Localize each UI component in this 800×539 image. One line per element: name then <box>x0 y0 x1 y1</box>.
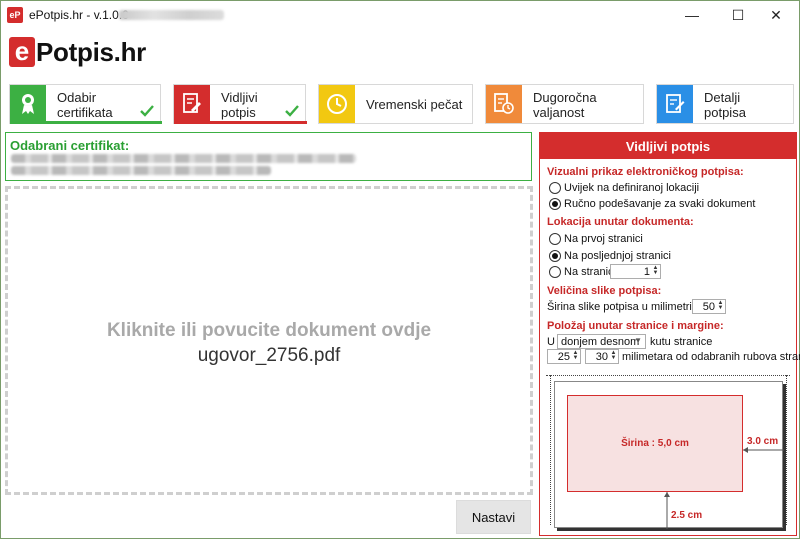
section-size-heading: Veličina slike potpisa: <box>547 285 662 297</box>
chevron-down-icon: ▼ <box>634 336 642 345</box>
redacted-certificate-line <box>11 154 356 163</box>
step-timestamp[interactable]: Vremenski pečat <box>318 84 473 124</box>
position-prefix: U <box>547 336 555 348</box>
selected-filename: ugovor_2756.pdf <box>197 345 341 366</box>
radio-circle <box>549 266 561 278</box>
step-certificate[interactable]: Odabir certifikata <box>9 84 162 124</box>
preview-edge-right <box>786 375 787 525</box>
step-label: Vidljivi potpis <box>221 90 258 120</box>
stepper-arrows-icon[interactable]: ▲ ▼ <box>572 350 579 362</box>
radio-circle <box>549 182 561 194</box>
panel-title: Vidljivi potpis <box>540 133 796 159</box>
app-logo: e Potpis.hr <box>9 37 146 67</box>
margin-arrows <box>664 447 784 529</box>
radio-manual-per-document[interactable]: Ručno podešavanje za svaki dokument <box>549 197 755 211</box>
document-clock-icon <box>486 85 522 123</box>
signature-position-preview: Širina : 5,0 cm 3.0 cm 2.5 cm <box>546 375 794 533</box>
close-button[interactable]: ✕ <box>753 1 799 29</box>
section-location-heading: Lokacija unutar dokumenta: <box>547 216 694 228</box>
width-label: Širina slike potpisa u milimetrima: <box>547 301 711 313</box>
page-number-stepper[interactable]: 1 ▲ ▼ <box>610 264 661 279</box>
clock-icon <box>319 85 355 123</box>
step-label: Detalji potpisa <box>704 90 746 120</box>
award-icon <box>10 85 46 123</box>
corner-select[interactable]: donjem desnom ▼ <box>557 334 646 349</box>
radio-first-page[interactable]: Na prvoj stranici <box>549 232 643 246</box>
step-long-term-validity[interactable]: Dugoročna valjanost <box>485 84 644 124</box>
radio-circle <box>549 233 561 245</box>
position-suffix: kutu stranice <box>650 336 713 348</box>
preview-edge-top <box>546 375 790 376</box>
app-icon: eP <box>7 7 23 23</box>
right-margin-label: 3.0 cm <box>747 436 779 447</box>
preview-page: Širina : 5,0 cm 3.0 cm 2.5 cm <box>554 381 784 529</box>
logo-text: Potpis.hr <box>36 36 146 67</box>
preview-edge-left <box>550 375 551 525</box>
stepper-arrows-icon[interactable]: ▲ ▼ <box>717 300 724 312</box>
radio-always-fixed-location[interactable]: Uvijek na definiranoj lokaciji <box>549 181 699 195</box>
margin-text: milimetara od odabranih rubova stranice <box>622 351 800 363</box>
radio-circle <box>549 198 561 210</box>
signature-document-icon <box>174 85 210 123</box>
section-visual-heading: Vizualni prikaz elektroničkog potpisa: <box>547 166 744 178</box>
check-icon <box>285 105 299 117</box>
next-button[interactable]: Nastavi <box>456 500 531 534</box>
margin-1-stepper[interactable]: 25 ▲ ▼ <box>547 349 581 364</box>
section-position-heading: Položaj unutar stranice i margine: <box>547 320 724 332</box>
app-window: eP ePotpis.hr - v.1.0.0 - — ☐ ✕ e Potpis… <box>0 0 800 539</box>
minimize-button[interactable]: — <box>669 1 715 29</box>
step-label: Dugoročna valjanost <box>533 90 597 120</box>
margin-2-stepper[interactable]: 30 ▲ ▼ <box>585 349 619 364</box>
title-bar: eP ePotpis.hr - v.1.0.0 - — ☐ ✕ <box>1 1 799 29</box>
step-underline <box>174 121 307 124</box>
stepper-arrows-icon[interactable]: ▲ ▼ <box>610 350 617 362</box>
check-icon <box>140 105 154 117</box>
drop-hint: Kliknite ili povucite dokument ovdje <box>106 320 432 341</box>
redacted-certificate-line <box>11 166 271 175</box>
step-visible-signature[interactable]: Vidljivi potpis <box>173 84 307 124</box>
radio-specific-page[interactable]: Na stranici <box>549 265 616 279</box>
redacted-user-email <box>119 10 224 20</box>
step-label: Vremenski pečat <box>366 97 463 112</box>
step-underline <box>10 121 162 124</box>
radio-last-page[interactable]: Na posljednjoj stranici <box>549 249 671 263</box>
step-signature-details[interactable]: Detalji potpisa <box>656 84 794 124</box>
width-stepper[interactable]: 50 ▲ ▼ <box>692 299 726 314</box>
document-drop-zone[interactable]: Kliknite ili povucite dokument ovdje ugo… <box>5 186 533 495</box>
certificate-label: Odabrani certifikat: <box>10 138 130 153</box>
radio-circle <box>549 250 561 262</box>
bottom-margin-label: 2.5 cm <box>671 510 703 521</box>
logo-e: e <box>9 37 35 67</box>
stepper-arrows-icon[interactable]: ▲ ▼ <box>652 265 659 277</box>
edit-document-icon <box>657 85 693 123</box>
step-label: Odabir certifikata <box>57 90 113 120</box>
selected-certificate-box[interactable]: Odabrani certifikat: <box>5 132 532 181</box>
